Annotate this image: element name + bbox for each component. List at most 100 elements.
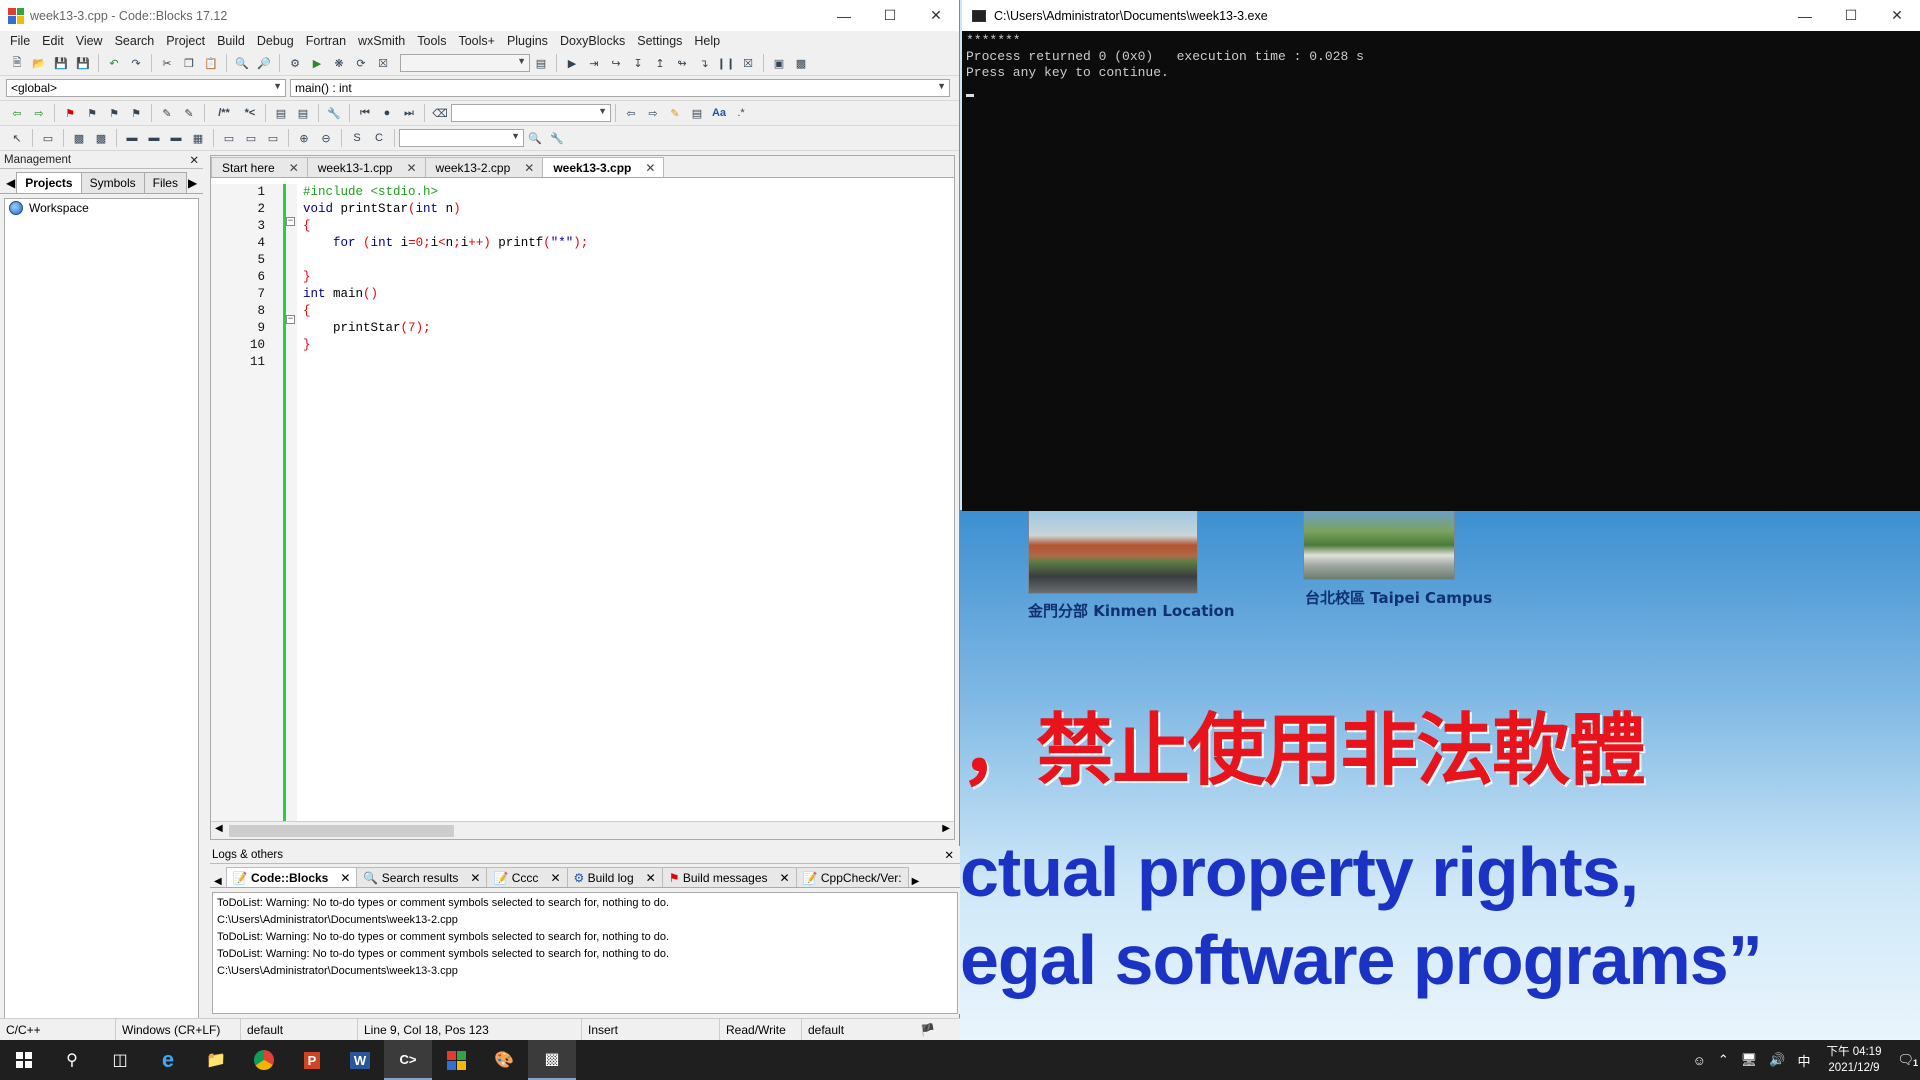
grid-widget-icon[interactable]: ▦ bbox=[190, 130, 206, 146]
tab-close-icon[interactable]: ✕ bbox=[289, 161, 299, 175]
next-bookmark-icon[interactable]: ⚑ bbox=[106, 105, 122, 121]
various-info-icon[interactable]: ▩ bbox=[793, 55, 809, 71]
menu-fortran[interactable]: Fortran bbox=[300, 34, 352, 48]
zoom-out-icon[interactable]: ⊖ bbox=[318, 130, 334, 146]
menu-file[interactable]: File bbox=[4, 34, 36, 48]
menu-wxsmith[interactable]: wxSmith bbox=[352, 34, 411, 48]
project-tree[interactable]: Workspace bbox=[4, 198, 199, 1020]
tab-build-messages[interactable]: ⚑ Build messages ✕ bbox=[661, 867, 797, 887]
cut-icon[interactable]: ✂ bbox=[159, 55, 175, 71]
symbol-search-icon[interactable]: 🔍 bbox=[527, 130, 543, 146]
console-output[interactable]: ******* Process returned 0 (0x0) executio… bbox=[962, 31, 1920, 99]
console-minimize-button[interactable]: — bbox=[1782, 0, 1828, 31]
tab-close-icon[interactable]: ✕ bbox=[406, 161, 416, 175]
tab-scroll-left-icon[interactable]: ◀ bbox=[4, 173, 17, 193]
step-out-icon[interactable]: ↥ bbox=[652, 55, 668, 71]
find-icon[interactable]: 🔍 bbox=[234, 55, 250, 71]
edge-icon[interactable]: e bbox=[144, 1040, 192, 1080]
build-target-combo[interactable]: ▼ bbox=[400, 54, 530, 72]
close-button[interactable]: ✕ bbox=[913, 0, 959, 31]
record-icon[interactable]: ● bbox=[379, 105, 395, 121]
clear-search-icon[interactable]: ⌫ bbox=[432, 105, 448, 121]
tab-week13-3[interactable]: week13-3.cpp ✕ bbox=[542, 157, 665, 177]
html-docs-icon[interactable]: ▤ bbox=[295, 105, 311, 121]
jump-back-icon[interactable]: ⇦ bbox=[9, 105, 25, 121]
pause-icon[interactable]: ❙❙ bbox=[717, 55, 735, 71]
sizer-icon[interactable]: ▭ bbox=[221, 130, 237, 146]
paste-icon[interactable]: 📋 bbox=[203, 55, 219, 71]
frame-icon[interactable]: ▭ bbox=[40, 130, 56, 146]
tab-build-log[interactable]: ⚙ Build log ✕ bbox=[566, 867, 663, 887]
tab-scroll-right-icon[interactable]: ▶ bbox=[186, 173, 199, 193]
show-hidden-icons-icon[interactable]: ⌃ bbox=[1712, 1052, 1735, 1068]
tab-symbols[interactable]: Symbols bbox=[80, 172, 145, 193]
task-view-icon[interactable]: ◫ bbox=[96, 1040, 144, 1080]
open-file-icon[interactable]: 📂 bbox=[31, 55, 47, 71]
tab-close-icon[interactable]: ✕ bbox=[524, 161, 534, 175]
save-all-icon[interactable]: 💾 bbox=[75, 55, 91, 71]
regex-icon[interactable]: .* bbox=[733, 105, 749, 121]
tab-search-results[interactable]: 🔍 Search results ✕ bbox=[356, 867, 488, 887]
redo-icon[interactable]: ↷ bbox=[128, 55, 144, 71]
highlight-icon[interactable]: ✎ bbox=[159, 105, 175, 121]
rebuild-icon[interactable]: ⟳ bbox=[353, 55, 369, 71]
first-icon[interactable]: ⏮ bbox=[357, 105, 373, 121]
search-prev-icon[interactable]: ⇦ bbox=[623, 105, 639, 121]
text-widget-icon[interactable]: ▬ bbox=[168, 130, 184, 146]
tab-codeblocks-log[interactable]: 📝 Code::Blocks ✕ bbox=[225, 867, 358, 887]
save-icon[interactable]: 💾 bbox=[53, 55, 69, 71]
match-case-icon[interactable]: Aa bbox=[711, 105, 727, 121]
editor-horizontal-scrollbar[interactable]: ◀ ▶ bbox=[211, 821, 954, 839]
incremental-search-input[interactable]: ▼ bbox=[451, 104, 611, 122]
notification-center-icon[interactable]: 🗨 1 bbox=[1891, 1052, 1920, 1068]
target-options-icon[interactable]: ▤ bbox=[533, 55, 549, 71]
powerpoint-icon[interactable]: P bbox=[288, 1040, 336, 1080]
abort-icon[interactable]: ☒ bbox=[375, 55, 391, 71]
build-gear-icon[interactable]: ⚙ bbox=[287, 55, 303, 71]
codeblocks-taskbar-icon[interactable] bbox=[432, 1040, 480, 1080]
ime-indicator[interactable]: 中 bbox=[1791, 1051, 1816, 1070]
search-icon[interactable]: ⚲ bbox=[48, 1040, 96, 1080]
symbol-search-combo[interactable]: ▼ bbox=[399, 129, 524, 147]
menu-edit[interactable]: Edit bbox=[36, 34, 70, 48]
scrollbar-thumb[interactable] bbox=[229, 825, 454, 837]
list-widget-icon[interactable]: ▬ bbox=[146, 130, 162, 146]
tab-close-icon[interactable]: ✕ bbox=[646, 871, 656, 885]
config-icon[interactable]: 🔧 bbox=[326, 105, 342, 121]
copy-icon[interactable]: ❐ bbox=[181, 55, 197, 71]
file-explorer-icon[interactable]: 📁 bbox=[192, 1040, 240, 1080]
tab-close-icon[interactable]: ✕ bbox=[340, 871, 350, 885]
menu-tools[interactable]: Tools bbox=[411, 34, 452, 48]
console-window-taskbar-icon[interactable]: ▩ bbox=[528, 1040, 576, 1080]
symbol-c-icon[interactable]: C bbox=[371, 130, 387, 146]
tab-close-icon[interactable]: ✕ bbox=[645, 161, 655, 175]
menu-settings[interactable]: Settings bbox=[631, 34, 688, 48]
clear-bookmarks-icon[interactable]: ⚑ bbox=[128, 105, 144, 121]
panel-icon[interactable]: ▩ bbox=[93, 130, 109, 146]
volume-icon[interactable]: 🔊 bbox=[1763, 1052, 1791, 1068]
menu-plugins[interactable]: Plugins bbox=[501, 34, 554, 48]
scroll-left-icon[interactable]: ◀ bbox=[215, 823, 223, 834]
scroll-right-icon[interactable]: ▶ bbox=[942, 823, 950, 834]
function-combo[interactable]: main() : int ▼ bbox=[290, 79, 950, 97]
menu-tools-plus[interactable]: Tools+ bbox=[452, 34, 500, 48]
undo-icon[interactable]: ↶ bbox=[106, 55, 122, 71]
logs-scroll-right-icon[interactable]: ▶ bbox=[908, 876, 924, 887]
sizer2-icon[interactable]: ▭ bbox=[243, 130, 259, 146]
menu-search[interactable]: Search bbox=[109, 34, 161, 48]
tab-start-here[interactable]: Start here ✕ bbox=[211, 157, 308, 177]
next-instruction-icon[interactable]: ↬ bbox=[674, 55, 690, 71]
doxy-block-comment-icon[interactable]: /** bbox=[212, 105, 236, 121]
last-icon[interactable]: ⏭ bbox=[401, 105, 417, 121]
tab-week13-2[interactable]: week13-2.cpp ✕ bbox=[424, 157, 544, 177]
tab-projects[interactable]: Projects bbox=[16, 172, 82, 193]
codeblocks-titlebar[interactable]: week13-3.cpp - Code::Blocks 17.12 — ☐ ✕ bbox=[0, 0, 959, 31]
prev-bookmark-icon[interactable]: ⚑ bbox=[84, 105, 100, 121]
jump-forward-icon[interactable]: ⇨ bbox=[31, 105, 47, 121]
debug-windows-icon[interactable]: ▣ bbox=[771, 55, 787, 71]
doxywizard-icon[interactable]: ▤ bbox=[273, 105, 289, 121]
tab-files[interactable]: Files bbox=[143, 172, 187, 193]
logs-scroll-left-icon[interactable]: ◀ bbox=[210, 876, 226, 887]
stop-debug-icon[interactable]: ☒ bbox=[740, 55, 756, 71]
paint-icon[interactable]: 🎨 bbox=[480, 1040, 528, 1080]
